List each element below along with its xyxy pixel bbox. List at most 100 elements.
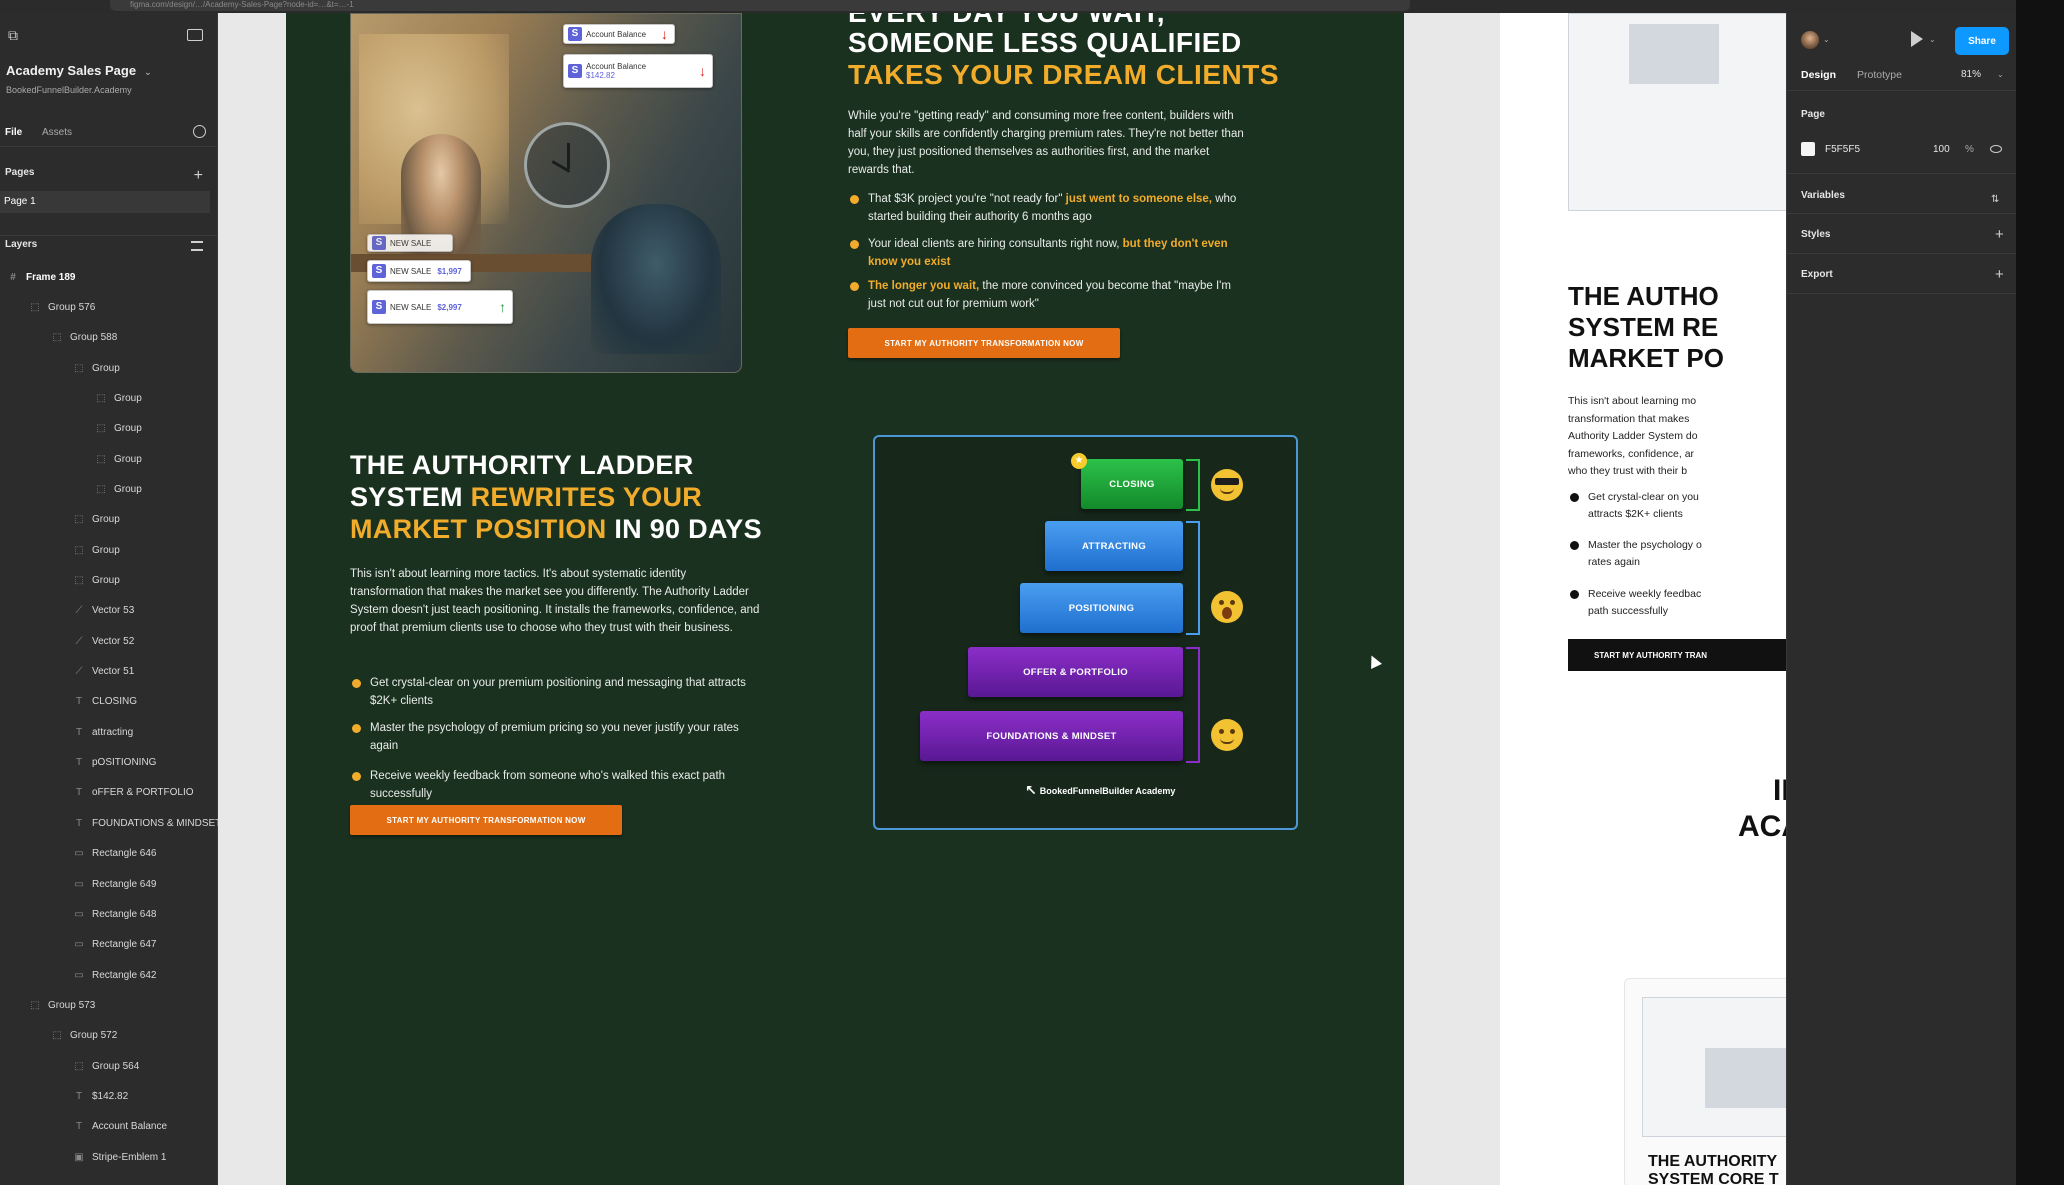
chevron-down-icon[interactable]: ⌄ (144, 67, 152, 77)
visibility-eye-icon[interactable] (1990, 145, 2002, 153)
tab-file[interactable]: File (5, 127, 22, 138)
layer-item[interactable]: ToFFER & PORTFOLIO (74, 778, 194, 808)
file-title[interactable]: Academy Sales Page ⌄ (6, 63, 152, 78)
layers-panel: ⧉ Academy Sales Page ⌄ BookedFunnelBuilde… (0, 13, 221, 1185)
chevron-down-icon[interactable]: ⌄ (1823, 35, 1830, 44)
file-subtitle: BookedFunnelBuilder.Academy (6, 85, 132, 95)
layer-label: Group (114, 392, 142, 404)
light-cta-button[interactable]: START MY AUTHORITY TRAN (1568, 639, 1786, 671)
layer-item[interactable]: T FOUNDATIONS & MINDSET (74, 808, 221, 838)
pages-heading: Pages (5, 167, 35, 178)
academy-logo: ↖ BookedFunnelBuilder Academy (1025, 782, 1175, 799)
layer-item[interactable]: ⬚ Group 564 (74, 1051, 139, 1081)
layer-type-icon: ▭ (74, 878, 84, 890)
layer-item[interactable]: TpOSITIONING (74, 748, 157, 778)
layer-item[interactable]: ⬚ Group 588 (52, 323, 117, 353)
layer-label: Rectangle 647 (92, 939, 157, 951)
headline-line: ACA (1738, 810, 1786, 843)
layer-type-icon: T (75, 817, 83, 829)
layer-item[interactable]: T CLOSING (74, 687, 137, 717)
authority-ladder-card[interactable]: CLOSING ★ ATTRACTING POSITIONING OFFER &… (873, 435, 1298, 830)
bullet-line: path successfully (1588, 605, 1668, 617)
authority-cta-button[interactable]: START MY AUTHORITY TRANSFORMATION NOW (350, 805, 622, 835)
layer-item[interactable]: ⬚ Group (74, 566, 120, 596)
hero-bullet: That $3K project you're "not ready for" … (848, 191, 1238, 226)
layer-item[interactable]: ⬚ Group (96, 383, 142, 413)
add-style-icon[interactable]: + (1995, 227, 2004, 242)
badge-label: NEW SALE (390, 302, 432, 312)
badge-amount: $1,997 (437, 266, 462, 276)
layer-item[interactable]: ⬚ Group 572 (52, 1021, 117, 1051)
layer-item[interactable]: T Account Balance (74, 1112, 167, 1142)
add-export-icon[interactable]: + (1995, 267, 2004, 282)
layer-item[interactable]: ⬚ Group (74, 353, 120, 383)
design-prototype-tabs: Design Prototype 81% ⌄ (1787, 63, 2017, 91)
headline-line: THE AUTHORITY (1648, 1153, 1778, 1170)
layers-collapse-icon[interactable] (191, 241, 203, 251)
share-button[interactable]: Share (1955, 27, 2009, 55)
bracket-purple (1186, 647, 1200, 763)
layer-item[interactable]: # Frame 189 (8, 262, 75, 292)
layer-item[interactable]: ⟋ Vector 53 (74, 596, 135, 626)
present-play-icon[interactable] (1911, 31, 1923, 47)
divider (1787, 253, 2017, 254)
page-opacity-input[interactable]: 100 (1933, 144, 1950, 155)
layer-item[interactable]: ⟋ Vector 52 (74, 626, 135, 656)
canvas[interactable]: S Account Balance ↓ S Account Balance $14… (218, 13, 1786, 1185)
page-item-page-1[interactable]: Page 1 (0, 191, 210, 213)
variables-settings-icon[interactable]: ⇅ (1991, 194, 1999, 205)
chevron-down-icon[interactable]: ⌄ (1929, 35, 1936, 44)
layer-label: Group (114, 453, 142, 465)
light-bullet: Receive weekly feedbac path successfully (1568, 586, 1786, 620)
chevron-down-icon[interactable]: ⌄ (1997, 70, 2004, 79)
bullet-line: Get crystal-clear on you (1588, 491, 1699, 503)
layer-label: Vector 51 (92, 666, 135, 678)
balance-badge-main: S Account Balance $142.82 ↓ (563, 54, 713, 88)
layer-type-icon: ⟋ (75, 666, 83, 678)
zoom-level[interactable]: 81% (1961, 69, 1981, 80)
layer-item[interactable]: Tattracting (74, 717, 133, 747)
file-assets-tabs: File Assets (0, 121, 218, 147)
search-icon[interactable] (193, 125, 206, 138)
layer-label: Group 588 (70, 332, 118, 344)
tab-prototype[interactable]: Prototype (1857, 69, 1902, 81)
layer-label: Rectangle 649 (92, 878, 157, 890)
layer-item[interactable]: ▭ Rectangle 649 (74, 869, 157, 899)
layer-item[interactable]: ⬚ Group (74, 535, 120, 565)
avatar[interactable] (1801, 31, 1819, 49)
layer-item[interactable]: ⟋ Vector 51 (74, 657, 135, 687)
panel-toggle-icon[interactable] (187, 29, 203, 41)
figma-window: figma.com/design/…/Academy-Sales-Page?no… (0, 0, 2064, 1185)
tab-assets[interactable]: Assets (42, 127, 72, 138)
layer-item[interactable]: ⬚ Group (96, 414, 142, 444)
page-color-input[interactable]: F5F5F5 (1825, 144, 1860, 155)
variables-heading[interactable]: Variables (1801, 190, 1845, 201)
figma-menu-icon[interactable]: ⧉ (8, 27, 18, 44)
paragraph-line: This isn't about learning mo (1568, 395, 1697, 407)
layer-item[interactable]: ⬚ Group (96, 474, 142, 504)
layer-item[interactable]: ▭ Rectangle 648 (74, 899, 156, 929)
layer-item[interactable]: ⬚ Group 576 (30, 292, 95, 322)
layer-label: attracting (92, 726, 134, 738)
layer-item[interactable]: ▭ Rectangle 647 (74, 930, 157, 960)
layer-item[interactable]: ▣ Stripe-Emblem 1 (74, 1142, 166, 1172)
url-bar[interactable]: figma.com/design/…/Academy-Sales-Page?no… (110, 0, 1410, 11)
layer-item[interactable]: ⬚ Group 573 (30, 990, 95, 1020)
light-headline-3: THE AUTHORITY SYSTEM CORE T (1648, 1153, 1779, 1185)
hero-cta-button[interactable]: START MY AUTHORITY TRANSFORMATION NOW (848, 328, 1120, 358)
page-color-swatch[interactable] (1801, 142, 1815, 156)
layer-item[interactable]: ⬚ Group (74, 505, 120, 535)
tab-design[interactable]: Design (1801, 69, 1836, 81)
layer-item[interactable]: ⬚ Group (96, 444, 142, 474)
layer-item[interactable]: T $142.82 (74, 1081, 128, 1111)
layer-item[interactable]: ▭ Rectangle 642 (74, 960, 156, 990)
badge-label: Account Balance (586, 29, 647, 39)
step-foundations-mindset: FOUNDATIONS & MINDSET (920, 711, 1183, 761)
layer-label: $142.82 (92, 1090, 129, 1102)
arrow-down-icon: ↓ (661, 26, 668, 42)
layer-type-icon: ⬚ (96, 483, 106, 495)
add-page-icon[interactable]: + (194, 168, 203, 184)
badge-amount: $2,997 (437, 302, 462, 312)
layer-item[interactable]: ▭ Rectangle 646 (74, 839, 156, 869)
layer-type-icon: T (75, 696, 83, 708)
